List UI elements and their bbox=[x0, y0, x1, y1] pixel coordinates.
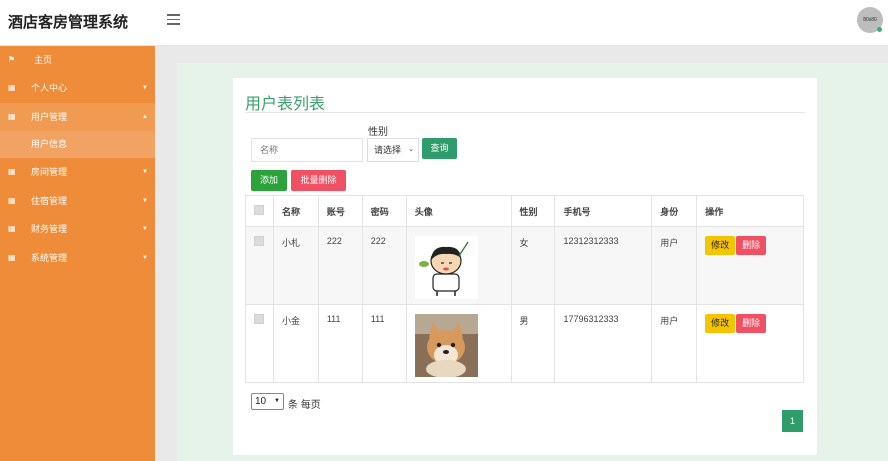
page-number-button[interactable]: 1 bbox=[782, 410, 803, 432]
flag-icon: ⚑ bbox=[8, 55, 16, 64]
top-bar: 酒店客房管理系统 80x80 bbox=[0, 0, 888, 46]
name-cell: 小札 bbox=[272, 226, 319, 305]
row-checkbox[interactable] bbox=[254, 314, 264, 324]
gender-select[interactable]: 请选择 ⌄ bbox=[367, 138, 419, 162]
caret-down-icon: ▼ bbox=[142, 197, 148, 204]
sidebar-item-label: 个人中心 bbox=[31, 83, 68, 93]
column-header: 密码 bbox=[361, 195, 407, 227]
sidebar-item-label: 系统管理 bbox=[31, 252, 68, 263]
batch-delete-button[interactable]: 批量删除 bbox=[291, 170, 346, 191]
column-header: 操作 bbox=[696, 195, 804, 227]
title-divider bbox=[245, 112, 805, 113]
sidebar-item-profile[interactable]: ▦ 个人中心 ▼ bbox=[0, 74, 155, 103]
online-status-dot bbox=[877, 27, 882, 32]
caret-down-icon: ▼ bbox=[142, 226, 148, 232]
edit-button[interactable]: 修改 bbox=[705, 314, 736, 333]
table-header-row: 名称 账号 密码 头像 性别 手机号 身份 操作 bbox=[245, 195, 804, 227]
add-button[interactable]: 添加 bbox=[251, 170, 287, 191]
role-cell: 用户 bbox=[651, 304, 698, 383]
grid-icon: ▦ bbox=[8, 167, 16, 176]
column-header: 名称 bbox=[272, 195, 319, 227]
delete-button[interactable]: 删除 bbox=[736, 314, 767, 333]
table-row: 小札 222 222 女 12312312333 用户 修改 删除 bbox=[245, 226, 804, 305]
gender-cell: 男 bbox=[510, 304, 556, 383]
grid-icon: ▦ bbox=[8, 195, 16, 205]
caret-down-icon: ▼ bbox=[142, 85, 148, 91]
sidebar-item-label: 用户管理 bbox=[31, 111, 68, 122]
sidebar-item-label: 主页 bbox=[34, 55, 53, 65]
password-cell: 111 bbox=[361, 304, 407, 383]
user-table: 名称 账号 密码 头像 性别 手机号 身份 操作 小札 222 222 女 12… bbox=[245, 195, 804, 383]
name-search-input[interactable] bbox=[251, 138, 363, 162]
delete-button[interactable]: 删除 bbox=[736, 236, 767, 255]
chevron-down-icon: ▼ bbox=[274, 398, 280, 404]
column-header: 身份 bbox=[651, 195, 698, 227]
grid-icon: ▦ bbox=[8, 252, 16, 262]
account-cell: 111 bbox=[317, 304, 363, 383]
sidebar-item-user-management[interactable]: ▦ 用户管理 ▲ bbox=[0, 102, 155, 131]
sidebar: ⚑ 主页 ▦ 个人中心 ▼ ▦ 用户管理 ▲ 用户信息 ▦ 房间管理 ▼ ▦ 住… bbox=[0, 46, 155, 461]
phone-cell: 12312312333 bbox=[554, 226, 653, 305]
page-title: 用户表列表 bbox=[245, 96, 326, 113]
password-cell: 222 bbox=[361, 226, 407, 305]
grid-icon: ▦ bbox=[8, 224, 16, 233]
app-title: 酒店客房管理系统 bbox=[8, 14, 129, 31]
role-cell: 用户 bbox=[651, 226, 698, 305]
query-button[interactable]: 查询 bbox=[422, 138, 457, 159]
caret-up-icon: ▲ bbox=[142, 113, 148, 120]
grid-icon: ▦ bbox=[8, 111, 16, 121]
account-cell: 222 bbox=[317, 226, 363, 305]
column-header: 头像 bbox=[405, 195, 512, 227]
menu-toggle-icon[interactable] bbox=[167, 14, 180, 25]
gender-cell: 女 bbox=[510, 226, 556, 305]
page-size-value: 10 bbox=[255, 396, 267, 407]
table-row: 小金 111 111 男 17796312333 用户 修改 删除 bbox=[245, 304, 804, 383]
sidebar-item-home[interactable]: ⚑ 主页 bbox=[0, 46, 155, 74]
gender-select-value: 请选择 bbox=[374, 145, 402, 155]
caret-down-icon: ▼ bbox=[142, 254, 148, 261]
select-all-cell[interactable] bbox=[245, 195, 274, 227]
sidebar-item-label: 住宿管理 bbox=[31, 195, 68, 206]
chevron-down-icon: ⌄ bbox=[408, 146, 414, 153]
sidebar-item-stay-management[interactable]: ▦ 住宿管理 ▼ bbox=[0, 187, 155, 216]
sidebar-item-system-management[interactable]: ▦ 系统管理 ▼ bbox=[0, 244, 155, 273]
user-list-card: 用户表列表 性别 请选择 ⌄ 查询 添加 批量删除 名称 账号 密码 头像 性别… bbox=[233, 78, 817, 455]
sidebar-subitem-user-info[interactable]: 用户信息 bbox=[0, 131, 155, 158]
sidebar-item-label: 财务管理 bbox=[31, 224, 68, 234]
sidebar-item-room-management[interactable]: ▦ 房间管理 ▼ bbox=[0, 158, 155, 187]
shiba-dog-avatar bbox=[414, 314, 478, 378]
select-all-checkbox[interactable] bbox=[254, 205, 264, 215]
row-checkbox[interactable] bbox=[254, 236, 264, 246]
edit-button[interactable]: 修改 bbox=[705, 236, 736, 255]
name-cell: 小金 bbox=[272, 304, 319, 383]
gender-filter-label: 性别 bbox=[368, 127, 388, 138]
page-size-select[interactable]: 10 ▼ bbox=[251, 393, 284, 410]
caret-down-icon: ▼ bbox=[142, 169, 148, 175]
sidebar-item-label: 房间管理 bbox=[31, 167, 68, 177]
column-header: 性别 bbox=[510, 195, 556, 227]
cartoon-boy-avatar bbox=[414, 236, 478, 299]
column-header: 手机号 bbox=[554, 195, 653, 227]
page-size-suffix: 条 每页 bbox=[288, 400, 321, 411]
column-header: 账号 bbox=[317, 195, 363, 227]
sidebar-item-finance-management[interactable]: ▦ 财务管理 ▼ bbox=[0, 215, 155, 244]
phone-cell: 17796312333 bbox=[554, 304, 653, 383]
grid-icon: ▦ bbox=[8, 83, 16, 92]
